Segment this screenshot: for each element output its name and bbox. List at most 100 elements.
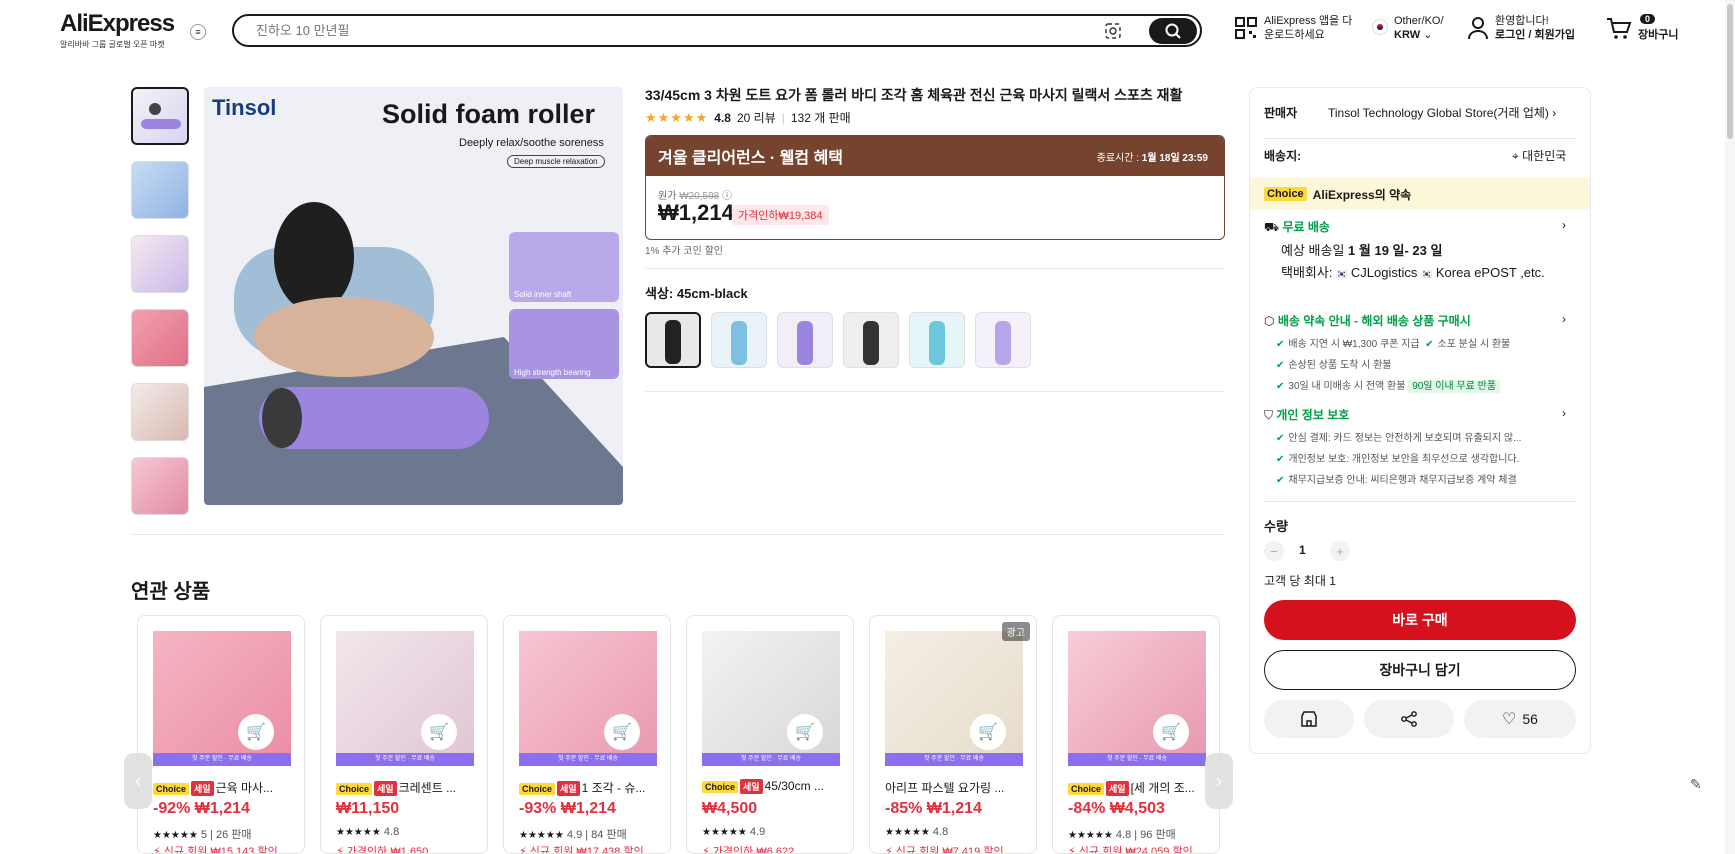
account-menu[interactable]: 환영합니다! 로그인 / 회원가입 xyxy=(1467,14,1575,42)
divider xyxy=(1264,501,1576,502)
related-product-price: ₩4,500 xyxy=(702,800,758,817)
rating-value: 4.8 xyxy=(932,826,949,838)
subprice-text: 신규 회원 ₩15,143 할인 xyxy=(163,846,278,854)
related-product-card[interactable]: 🛒 첫 주문 할인 · 무료 배송 Choice 세일 근육 마사... -92% ₩1,… xyxy=(137,615,305,854)
sale-chip: 세일 xyxy=(740,779,763,794)
promo-banner: 겨울 클리어런스 · 웰컴 혜택 종료시간 : 1월 18일 23:59 xyxy=(646,136,1224,176)
product-title: 33/45cm 3 차원 도트 요가 폼 롤러 바디 조각 홈 체육관 전신 근… xyxy=(645,87,1183,103)
related-product-name[interactable]: Choice 세일 근육 마사... xyxy=(153,779,293,796)
related-product-name[interactable]: Choice 세일 1 조각 - 슈... xyxy=(519,779,659,796)
add-to-cart-icon[interactable]: 🛒 xyxy=(421,714,457,750)
promo-strip: 첫 주문 할인 · 무료 배송 xyxy=(336,753,474,766)
account-greeting: 환영합니다! xyxy=(1495,15,1549,27)
rating-value: 4.8 xyxy=(383,826,400,838)
share-icon xyxy=(1401,711,1417,727)
discount-badge: 가격인하₩19,384 xyxy=(732,205,829,225)
related-product-name[interactable]: Choice 세일 [세 개의 조... xyxy=(1068,779,1208,796)
swatch-blue[interactable] xyxy=(711,312,767,368)
privacy-item: 안심 결제: 카드 정보는 안전하게 보호되며 유출되지 않... xyxy=(1288,433,1522,444)
seller-name: Tinsol Technology Global Store(거래 업체) xyxy=(1328,106,1549,120)
quantity-plus-button[interactable]: + xyxy=(1330,541,1350,561)
store-button[interactable] xyxy=(1264,700,1354,738)
related-product-card[interactable]: 🛒 첫 주문 할인 · 무료 배송 Choice 세일 [세 개의 조... -84% ₩… xyxy=(1052,615,1220,854)
chevron-right-icon[interactable]: › xyxy=(1562,312,1566,326)
thumbnail[interactable] xyxy=(131,161,189,219)
related-product-card[interactable]: 🛒 첫 주문 할인 · 무료 배송 Choice 세일 1 조각 - 슈... -93% … xyxy=(503,615,671,854)
locale-selector[interactable]: Other/KO/KRW ⌄ xyxy=(1372,14,1444,42)
product-name-text: 아리프 파스텔 요가링 ... xyxy=(885,781,1005,795)
check-icon: ✔ xyxy=(1276,360,1285,371)
search-icon xyxy=(1165,23,1181,39)
carousel-next-button[interactable]: › xyxy=(1205,753,1233,809)
brand-watermark: Tinsol xyxy=(212,95,277,120)
related-product-price: ₩11,150 xyxy=(336,800,400,817)
related-product-card[interactable]: 광고 🛒 첫 주문 할인 · 무료 배송 아리프 파스텔 요가링 ... -85% ₩1… xyxy=(869,615,1037,854)
add-to-cart-button[interactable]: 장바구니 담기 xyxy=(1264,650,1576,690)
thumbnail[interactable] xyxy=(131,235,189,293)
quantity-limit: 고객 당 최대 1 xyxy=(1264,574,1336,588)
login-signup-link[interactable]: 로그인 / 회원가입 xyxy=(1495,29,1575,41)
related-product-name[interactable]: Choice 세일 크레센트 ... xyxy=(336,779,476,796)
share-button[interactable] xyxy=(1364,700,1454,738)
eta-value: 1 월 19 일- 23 일 xyxy=(1348,243,1443,258)
search-input[interactable] xyxy=(256,23,1076,38)
ship-to-selector[interactable]: ⌖ 대한민국 xyxy=(1512,147,1566,164)
quantity-value[interactable]: 1 xyxy=(1299,543,1306,557)
swatch-purple[interactable] xyxy=(777,312,833,368)
thumbnail[interactable] xyxy=(131,383,189,441)
color-label: 색상: 45cm-black xyxy=(645,286,748,301)
scrollbar-thumb[interactable] xyxy=(1727,4,1733,139)
edit-feedback-icon[interactable]: ✎ xyxy=(1690,776,1702,793)
page-scrollbar[interactable] xyxy=(1725,0,1735,854)
chevron-right-icon[interactable]: › xyxy=(1562,406,1566,420)
review-count-link[interactable]: 20 리뷰 xyxy=(737,109,776,126)
main-product-image[interactable]: Tinsol Solid foam roller Deeply relax/so… xyxy=(204,87,623,505)
wishlist-button[interactable]: ♡ 56 xyxy=(1464,700,1576,738)
related-product-name[interactable]: 아리프 파스텔 요가링 ... xyxy=(885,779,1025,796)
quantity-minus-button[interactable]: − xyxy=(1264,541,1284,561)
image-search-icon[interactable] xyxy=(1104,22,1122,45)
shield-icon: ⬡ xyxy=(1264,314,1275,328)
chevron-right-icon: › xyxy=(1552,106,1557,120)
free-shipping-row[interactable]: ⛟ 무료 배송 xyxy=(1264,218,1330,236)
carrier-label: 택배회사: xyxy=(1281,265,1333,280)
related-product-card[interactable]: 🛒 첫 주문 할인 · 무료 배송 Choice 세일 크레센트 ... ₩11,150 ★… xyxy=(320,615,488,854)
add-to-cart-icon[interactable]: 🛒 xyxy=(970,714,1006,750)
aliexpress-logo[interactable]: AliExpress 알리바바 그룹 글로벌 오픈 마켓 xyxy=(60,10,175,50)
thumbnail[interactable] xyxy=(131,87,189,145)
related-product-subprice: ⚡ 신규 회원 ₩15,143 할인 xyxy=(153,843,278,854)
swatch-lavender[interactable] xyxy=(975,312,1031,368)
promise-item: 손상된 상품 도착 시 환불 xyxy=(1288,360,1392,371)
chevron-right-icon[interactable]: › xyxy=(1562,218,1566,232)
choice-chip: Choice xyxy=(153,783,190,795)
related-product-name[interactable]: Choice 세일 45/30cm ... xyxy=(702,779,842,794)
swatch-black-2[interactable] xyxy=(843,312,899,368)
thumbnail[interactable] xyxy=(131,457,189,515)
swatch-black[interactable] xyxy=(645,312,701,368)
add-to-cart-icon[interactable]: 🛒 xyxy=(1153,714,1189,750)
subprice-text: 가격인하 ₩1,650 xyxy=(346,846,429,854)
swatch-sky[interactable] xyxy=(909,312,965,368)
seller-link[interactable]: Tinsol Technology Global Store(거래 업체) › xyxy=(1328,104,1578,121)
logo-tagline: 알리바바 그룹 글로벌 오픈 마켓 xyxy=(60,40,165,49)
add-to-cart-icon[interactable]: 🛒 xyxy=(787,714,823,750)
search-button[interactable] xyxy=(1149,18,1197,44)
category-menu-icon[interactable]: ≡ xyxy=(190,24,206,40)
related-product-subprice: ⚡ 가격인하 ₩1,650 xyxy=(336,843,429,854)
star-icon: ★★★★★ xyxy=(519,830,564,841)
add-to-cart-icon[interactable]: 🛒 xyxy=(604,714,640,750)
carousel-prev-button[interactable]: ‹ xyxy=(124,753,152,809)
delivery-promise-row[interactable]: ⬡ 배송 약속 안내 - 해외 배송 상품 구매시 xyxy=(1264,312,1471,329)
privacy-row[interactable]: ⛉ 개인 정보 보호 xyxy=(1264,406,1349,423)
related-product-price: -84% ₩4,503 xyxy=(1068,800,1165,817)
add-to-cart-icon[interactable]: 🛒 xyxy=(238,714,274,750)
currency-label: KRW xyxy=(1394,29,1421,41)
store-icon xyxy=(1301,711,1317,727)
carrier-name-2: Korea xyxy=(1435,265,1471,280)
sale-chip: 세일 xyxy=(1106,781,1129,796)
app-download[interactable]: AliExpress 앱을 다 운로드하세요 xyxy=(1234,14,1352,42)
thumbnail[interactable] xyxy=(131,309,189,367)
rating-value: 4.8 xyxy=(1115,829,1132,841)
related-product-card[interactable]: 🛒 첫 주문 할인 · 무료 배송 Choice 세일 45/30cm ... ₩4,50… xyxy=(686,615,854,854)
buy-now-button[interactable]: 바로 구매 xyxy=(1264,600,1576,640)
